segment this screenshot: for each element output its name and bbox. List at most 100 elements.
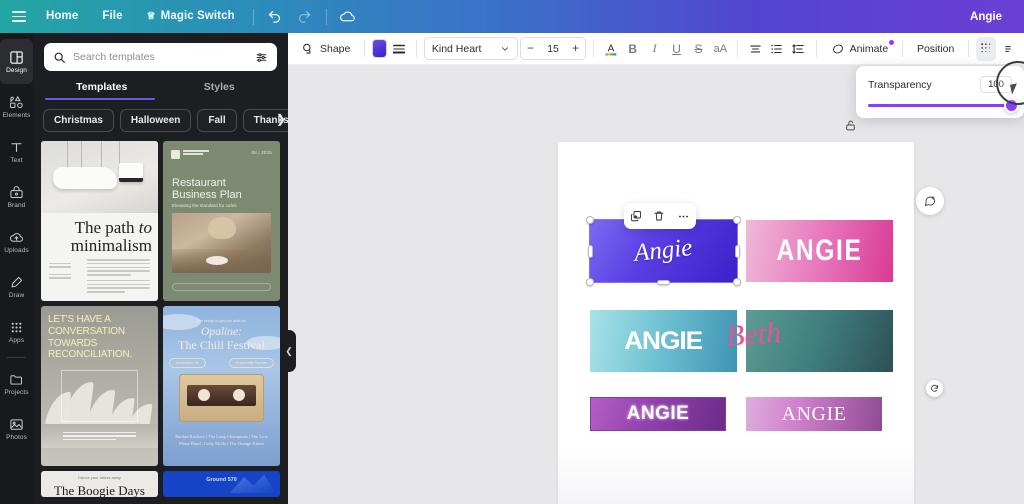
template-card-minimalism[interactable]: The path to minimalism (41, 141, 158, 301)
template-card-ground-570[interactable]: Ground 570 (163, 471, 280, 497)
redo-icon[interactable] (290, 0, 320, 33)
thumb-pills: November 26 Emperville Square (169, 358, 274, 368)
bullet-list-icon[interactable] (767, 37, 787, 61)
chevron-right-icon[interactable]: ❯ (276, 112, 286, 126)
thumb-pill-venue: Emperville Square (228, 358, 274, 368)
thumb-pill-date: November 26 (169, 358, 206, 368)
strikethrough-button[interactable]: S (689, 37, 709, 61)
duplicate-icon[interactable] (630, 210, 642, 222)
sidebar-item-elements[interactable]: Elements (0, 84, 33, 129)
template-card-boogie-days[interactable]: Dance your stress away The Boogie Days (41, 471, 158, 497)
hamburger-icon[interactable] (0, 0, 34, 33)
panel-collapse-button[interactable]: ❮ (282, 330, 296, 372)
thumb-caption-lines (63, 431, 136, 443)
text-color-icon[interactable]: A (601, 37, 621, 61)
element-beth-script-pink[interactable]: Beth (725, 316, 782, 354)
element-angie-stencil-teal[interactable]: ANGIE (590, 310, 737, 372)
resize-handle-bottom-right[interactable] (733, 278, 741, 286)
element-angie-serif-lilac[interactable]: ANGIE (746, 397, 882, 431)
canvas-area[interactable]: Angie ANGIE ANGIE Beth ANGIE ANGIE (288, 65, 1024, 504)
sidebar-label-elements: Elements (2, 111, 31, 119)
sidebar-item-design[interactable]: Design (0, 39, 33, 84)
position-button[interactable]: Position (910, 37, 961, 61)
user-name-label[interactable]: Angie (970, 11, 1024, 23)
line-spacing-icon[interactable] (789, 37, 809, 61)
resize-handle-top-left[interactable] (586, 216, 594, 224)
ellipsis-icon[interactable] (677, 210, 690, 223)
letter-case-button[interactable]: aA (710, 37, 730, 61)
template-card-restaurant[interactable]: 08 | 2025 Restaurant Business Plan Eleva… (163, 141, 280, 301)
trash-icon[interactable] (653, 210, 665, 222)
sidebar-item-uploads[interactable]: Uploads (0, 219, 33, 264)
transparency-row: Transparency 100 (868, 76, 1012, 93)
transparency-checker-icon[interactable] (976, 36, 996, 61)
element-toolbar: Shape Kind Heart − 15 + A B I U S aA Ani… (288, 33, 1024, 65)
transparency-label: Transparency (868, 78, 932, 91)
element-text: ANGIE (781, 402, 847, 425)
slider-fill (868, 104, 1012, 107)
element-angie-glow-magenta[interactable]: ANGIE (590, 397, 726, 431)
transparency-popover: Transparency 100 (856, 61, 1024, 118)
title-line-1: The path (74, 218, 135, 237)
animate-new-dot (889, 39, 895, 45)
resize-handle-left[interactable] (587, 244, 593, 258)
tab-styles[interactable]: Styles (161, 81, 279, 100)
resize-handle-bottom[interactable] (657, 279, 670, 285)
shape-button[interactable]: Shape (294, 37, 357, 61)
menu-item-home[interactable]: Home (34, 0, 90, 33)
thumb-title: Restaurant Business Plan (172, 177, 242, 202)
transparency-slider[interactable] (868, 98, 1019, 113)
bold-button[interactable]: B (623, 37, 643, 61)
animate-button[interactable]: Animate (824, 37, 896, 61)
unlocked-padlock-icon[interactable] (844, 119, 857, 137)
divider (815, 40, 817, 57)
add-comment-button[interactable] (916, 187, 944, 215)
sidebar-item-photos[interactable]: Photos (0, 406, 33, 451)
sidebar-label-apps: Apps (8, 336, 25, 344)
menu-item-magic-switch[interactable]: ♕ Magic Switch (135, 0, 247, 33)
fill-color-swatch[interactable] (372, 39, 388, 58)
thumb-fineprint (173, 455, 270, 459)
decor-cassette (179, 374, 264, 422)
thumb-subtitle: Elevating the standard for cafes (172, 203, 237, 208)
font-family-select[interactable]: Kind Heart (423, 37, 519, 60)
resize-handle-bottom-left[interactable] (586, 278, 594, 286)
shape-icon (303, 43, 311, 54)
template-card-opaline[interactable]: Get ready to groove with us! Opaline: Th… (163, 306, 280, 466)
thumb-pretext: Get ready to groove with us! (196, 318, 247, 323)
font-size-decrease[interactable]: − (521, 38, 540, 59)
canva-editor-window: Home File ♕ Magic Switch Angie Design El… (0, 0, 1024, 504)
template-card-reconciliation[interactable]: LET'S HAVE A CONVERSATION TOWARDS RECONC… (41, 306, 158, 466)
align-center-icon[interactable] (745, 37, 765, 61)
element-angie-bold-pink[interactable]: ANGIE (746, 220, 893, 282)
undo-icon[interactable] (260, 0, 290, 33)
animate-label: Animate (849, 42, 889, 55)
decor-reel (198, 388, 211, 401)
rotate-handle[interactable] (926, 380, 943, 397)
design-page[interactable]: Angie ANGIE ANGIE Beth ANGIE ANGIE (558, 142, 943, 504)
chip-christmas[interactable]: Christmas (43, 109, 114, 132)
chip-fall[interactable]: Fall (197, 109, 237, 132)
resize-handle-right[interactable] (734, 244, 740, 258)
cloud-sync-icon[interactable] (333, 0, 363, 33)
border-lines-icon[interactable] (389, 37, 409, 61)
sidebar-item-apps[interactable]: Apps (0, 309, 33, 354)
transparency-glyph (980, 43, 990, 53)
sidebar-item-projects[interactable]: Projects (0, 361, 33, 406)
sidebar-item-brand[interactable]: Brand (0, 174, 33, 219)
font-size-increase[interactable]: + (566, 38, 585, 59)
thumb-title: Opaline: The Chill Festival (163, 326, 280, 352)
menu-item-file[interactable]: File (90, 0, 134, 33)
chip-halloween[interactable]: Halloween (119, 109, 192, 132)
search-input[interactable]: Search templates (44, 43, 277, 71)
underline-button[interactable]: U (667, 37, 687, 61)
more-icon[interactable] (998, 37, 1018, 61)
italic-button[interactable]: I (645, 37, 665, 61)
font-size-value[interactable]: 15 (540, 43, 566, 55)
sidebar-item-text[interactable]: Text (0, 129, 33, 174)
category-chips: Christmas Halloween Fall Thanks ❯ (33, 100, 288, 132)
font-size-stepper[interactable]: − 15 + (520, 37, 587, 60)
search-icon (54, 52, 65, 63)
sidebar-item-draw[interactable]: Draw (0, 264, 33, 309)
resize-handle-top-right[interactable] (733, 216, 741, 224)
